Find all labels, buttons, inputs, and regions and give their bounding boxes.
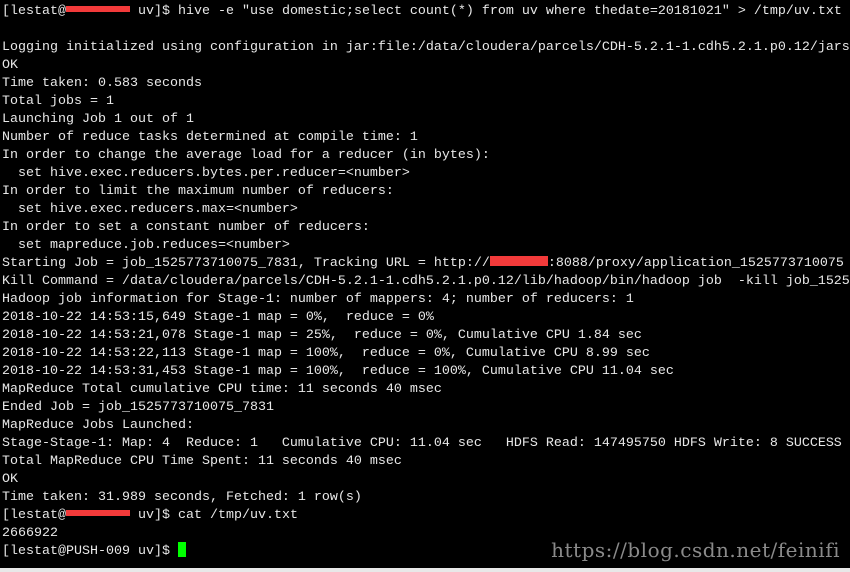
- terminal-line: 2018-10-22 14:53:21,078 Stage-1 map = 25…: [2, 327, 850, 345]
- line-text: uv]$ hive -e "use domestic;select count(…: [130, 4, 842, 19]
- line-text: [lestat@PUSH-009 uv]$: [2, 544, 178, 560]
- terminal-line: OK: [2, 57, 850, 75]
- terminal-line: Time taken: 31.989 seconds, Fetched: 1 r…: [2, 489, 850, 507]
- line-text: MapReduce Jobs Launched:: [2, 418, 194, 433]
- line-text: set hive.exec.reducers.max=<number>: [2, 202, 298, 217]
- line-text: 2018-10-22 14:53:22,113 Stage-1 map = 10…: [2, 346, 650, 361]
- terminal-line: set hive.exec.reducers.bytes.per.reducer…: [2, 165, 850, 183]
- terminal-line: In order to limit the maximum number of …: [2, 183, 850, 201]
- terminal-line: 2018-10-22 14:53:22,113 Stage-1 map = 10…: [2, 345, 850, 363]
- line-text: MapReduce Total cumulative CPU time: 11 …: [2, 382, 442, 397]
- terminal-line: [lestat@PUSH-009 uv]$ cat /tmp/uv.txt: [2, 507, 850, 525]
- line-text: :8088/proxy/application_1525773710075: [547, 256, 844, 271]
- line-text: Number of reduce tasks determined at com…: [2, 130, 418, 145]
- line-text: Total MapReduce CPU Time Spent: 11 secon…: [2, 454, 402, 469]
- terminal-line: Logging initialized using configuration …: [2, 39, 850, 57]
- line-text: uv]$ cat /tmp/uv.txt: [130, 508, 298, 523]
- line-text: OK: [2, 472, 18, 487]
- line-text: In order to set a constant number of red…: [2, 220, 370, 235]
- terminal-line: In order to set a constant number of red…: [2, 219, 850, 237]
- line-text: 2018-10-22 14:53:15,649 Stage-1 map = 0%…: [2, 310, 434, 325]
- line-text: Launching Job 1 out of 1: [2, 112, 194, 127]
- terminal-output[interactable]: [lestat@PUSH-009 uv]$ hive -e "use domes…: [2, 3, 850, 568]
- terminal-line: 2018-10-22 14:53:15,649 Stage-1 map = 0%…: [2, 309, 850, 327]
- redacted-host: [489, 256, 548, 267]
- terminal-line: Kill Command = /data/cloudera/parcels/CD…: [2, 273, 850, 291]
- line-text: Time taken: 0.583 seconds: [2, 76, 202, 91]
- terminal-line: MapReduce Total cumulative CPU time: 11 …: [2, 381, 850, 399]
- terminal-line: Launching Job 1 out of 1: [2, 111, 850, 129]
- line-text: [lestat@: [2, 508, 66, 523]
- line-text: In order to change the average load for …: [2, 148, 490, 163]
- terminal-line: set mapreduce.job.reduces=<number>: [2, 237, 850, 255]
- terminal-line: In order to change the average load for …: [2, 147, 850, 165]
- redacted-hostname: PUSH-009: [66, 6, 130, 13]
- line-text: Time taken: 31.989 seconds, Fetched: 1 r…: [2, 490, 362, 505]
- line-text: set hive.exec.reducers.bytes.per.reducer…: [2, 166, 410, 181]
- terminal-line: set hive.exec.reducers.max=<number>: [2, 201, 850, 219]
- terminal-line: 2018-10-22 14:53:31,453 Stage-1 map = 10…: [2, 363, 850, 381]
- terminal-line: MapReduce Jobs Launched:: [2, 417, 850, 435]
- terminal-line: Stage-Stage-1: Map: 4 Reduce: 1 Cumulati…: [2, 435, 850, 453]
- line-text: 2666922: [2, 526, 58, 541]
- line-text: Stage-Stage-1: Map: 4 Reduce: 1 Cumulati…: [2, 436, 842, 451]
- terminal-line: Starting Job = job_1525773710075_7831, T…: [2, 255, 850, 273]
- line-text: Logging initialized using configuration …: [2, 40, 850, 55]
- line-text: [lestat@: [2, 4, 66, 19]
- redacted-hostname: PUSH-009: [66, 510, 130, 517]
- line-text: Total jobs = 1: [2, 94, 114, 109]
- line-text: Ended Job = job_1525773710075_7831: [2, 400, 274, 415]
- terminal-line: Number of reduce tasks determined at com…: [2, 129, 850, 147]
- window-bottom-edge: [0, 568, 850, 572]
- line-text: OK: [2, 58, 18, 73]
- terminal-line: Time taken: 0.583 seconds: [2, 75, 850, 93]
- line-text: Hadoop job information for Stage-1: numb…: [2, 292, 634, 307]
- terminal-line: Total MapReduce CPU Time Spent: 11 secon…: [2, 453, 850, 471]
- terminal-line: Total jobs = 1: [2, 93, 850, 111]
- terminal-cursor: [177, 542, 186, 557]
- watermark: https://blog.csdn.net/feinifi: [551, 538, 840, 562]
- line-text: 2018-10-22 14:53:31,453 Stage-1 map = 10…: [2, 364, 674, 379]
- line-text: In order to limit the maximum number of …: [2, 184, 394, 199]
- line-text: Starting Job = job_1525773710075_7831, T…: [2, 256, 490, 271]
- terminal-line: Ended Job = job_1525773710075_7831: [2, 399, 850, 417]
- line-text: Kill Command = /data/cloudera/parcels/CD…: [2, 274, 850, 289]
- terminal-line: OK: [2, 471, 850, 489]
- terminal-line: Hadoop job information for Stage-1: numb…: [2, 291, 850, 309]
- line-text: 2018-10-22 14:53:21,078 Stage-1 map = 25…: [2, 328, 642, 343]
- line-text: set mapreduce.job.reduces=<number>: [2, 238, 290, 253]
- terminal-line: [lestat@PUSH-009 uv]$ hive -e "use domes…: [2, 3, 850, 21]
